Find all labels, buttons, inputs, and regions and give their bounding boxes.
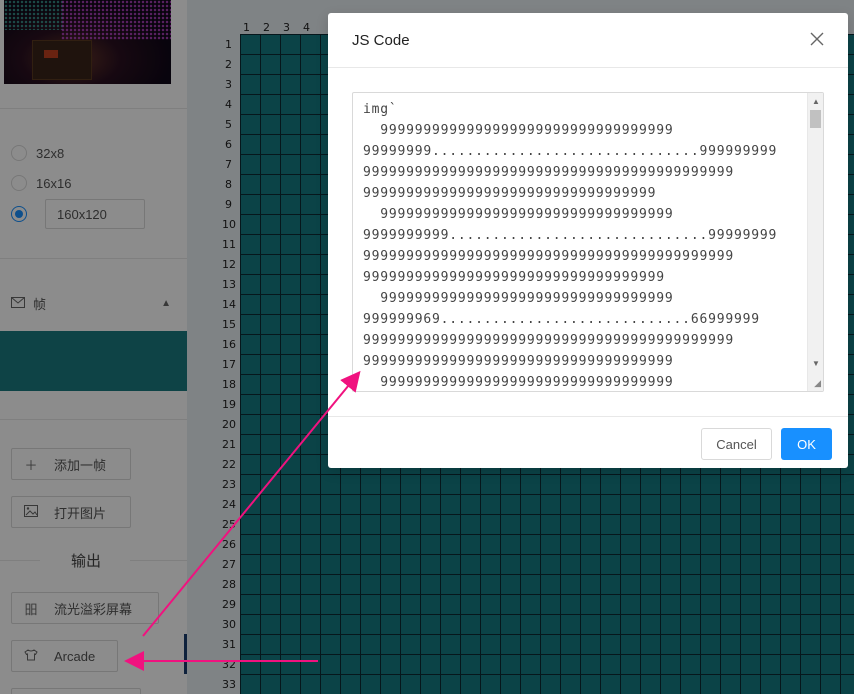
modal-footer: Cancel OK bbox=[328, 416, 848, 468]
modal-header: JS Code bbox=[328, 13, 848, 68]
scroll-down-icon[interactable]: ▼ bbox=[812, 359, 820, 368]
scroll-up-icon[interactable]: ▲ bbox=[812, 97, 820, 106]
resize-handle-icon[interactable]: ◢ bbox=[814, 378, 821, 389]
ok-button[interactable]: OK bbox=[781, 428, 832, 460]
js-code-modal: JS Code img` 999999999999999999999999999… bbox=[328, 13, 848, 468]
code-content[interactable]: img` 9999999999999999999999999999999999 … bbox=[363, 99, 803, 389]
close-icon[interactable] bbox=[810, 29, 824, 52]
scrollbar-thumb[interactable] bbox=[810, 110, 821, 128]
code-textarea[interactable]: img` 9999999999999999999999999999999999 … bbox=[352, 92, 824, 392]
scrollbar[interactable]: ▲ ▼ bbox=[807, 93, 823, 391]
cancel-button[interactable]: Cancel bbox=[701, 428, 772, 460]
modal-title: JS Code bbox=[352, 31, 410, 49]
